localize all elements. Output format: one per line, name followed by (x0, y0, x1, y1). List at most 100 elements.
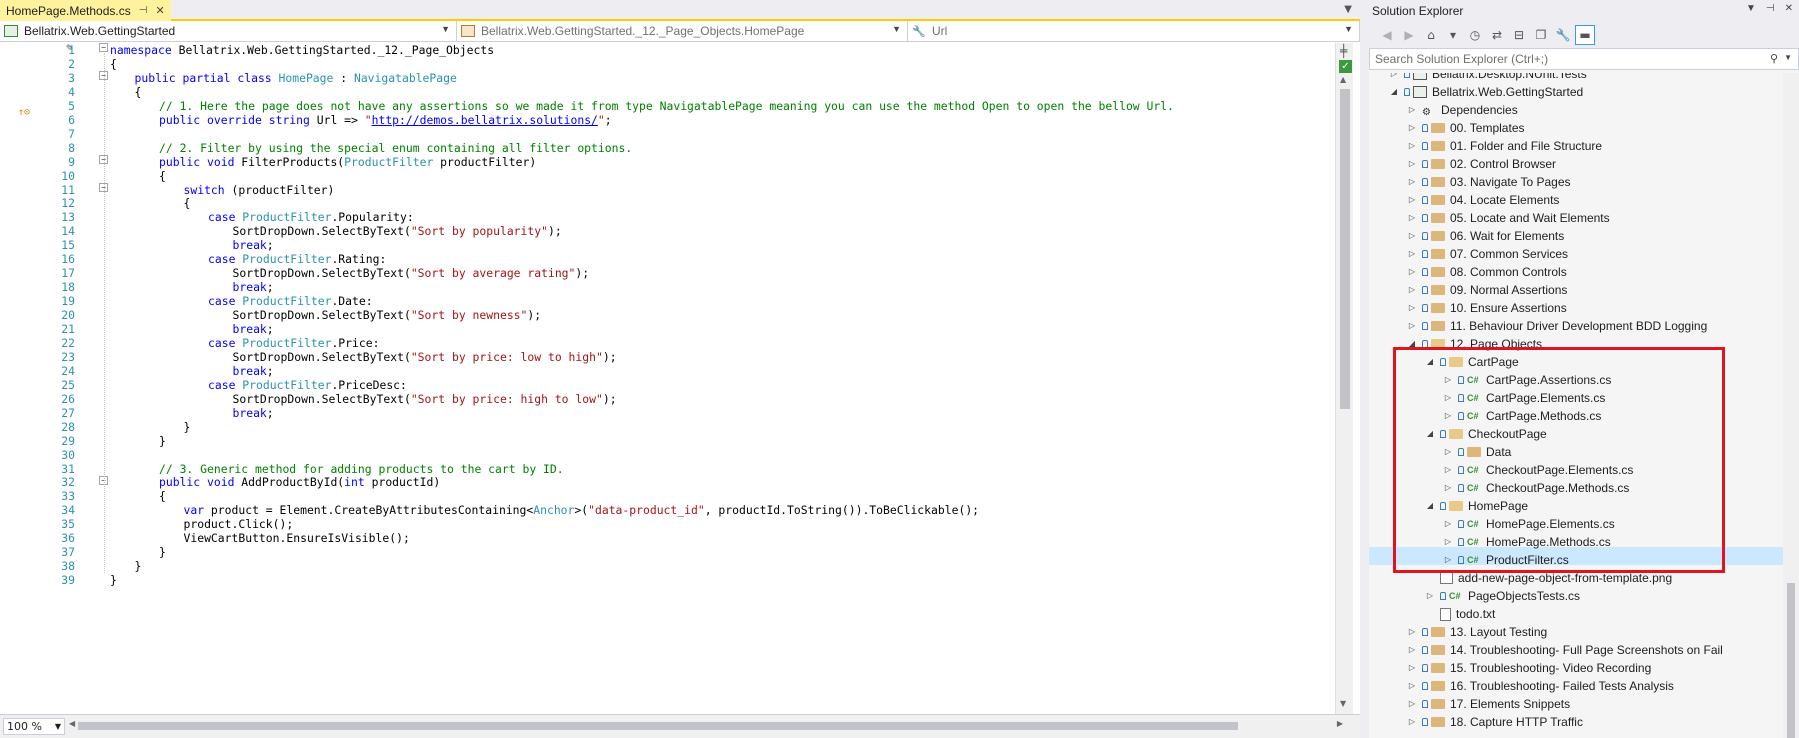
pin-icon[interactable]: ⊣ (139, 5, 148, 16)
expand-arrow-icon[interactable]: ▷ (1407, 623, 1417, 641)
code-line[interactable]: } (135, 558, 142, 574)
back-icon[interactable]: ◀ (1377, 25, 1397, 45)
tree-item[interactable]: ▷ 04. Locate Elements (1407, 191, 1559, 209)
code-line[interactable]: public void AddProductById(int productId… (159, 474, 440, 490)
expand-arrow-icon[interactable]: ▷ (1407, 209, 1417, 227)
chevron-down-icon[interactable]: ▼ (1784, 53, 1792, 62)
expand-arrow-icon[interactable]: ▷ (1407, 695, 1417, 713)
tree-item[interactable]: ▷ 14. Troubleshooting- Full Page Screensh… (1407, 641, 1723, 659)
type-dropdown[interactable]: Bellatrix.Web.GettingStarted._12._Page_O… (457, 21, 908, 41)
expand-arrow-icon[interactable]: ▷ (1407, 281, 1417, 299)
tree-item[interactable]: todo.txt (1425, 605, 1495, 623)
tree-item[interactable]: ▷ 05. Locate and Wait Elements (1407, 209, 1610, 227)
code-line[interactable]: SortDropDown.SelectByText("Sort by price… (233, 391, 617, 407)
code-line[interactable]: public override string Url => "http://de… (159, 112, 612, 128)
collapse-all-icon[interactable]: ⊟ (1509, 25, 1529, 45)
tree-item[interactable]: ▷ 01. Folder and File Structure (1407, 137, 1602, 155)
expand-arrow-icon[interactable]: ▷ (1407, 227, 1417, 245)
solution-explorer-scrollbar[interactable] (1783, 73, 1799, 738)
tree-item[interactable]: ▷ 06. Wait for Elements (1407, 227, 1564, 245)
home-icon[interactable]: ⌂ (1421, 25, 1441, 45)
forward-icon[interactable]: ▶ (1399, 25, 1419, 45)
tree-item[interactable]: ▷ 03. Navigate To Pages (1407, 173, 1571, 191)
expand-arrow-icon[interactable]: ▷ (1407, 677, 1417, 695)
expand-arrow-icon[interactable]: ▷ (1407, 173, 1417, 191)
project-dropdown[interactable]: Bellatrix.Web.GettingStarted ▼ (0, 21, 457, 41)
tree-item[interactable]: ▷ 00. Templates (1407, 119, 1525, 137)
expand-arrow-icon[interactable]: ▷ (1407, 299, 1417, 317)
expand-arrow-icon[interactable]: ▷ (1407, 659, 1417, 677)
expand-arrow-icon[interactable]: ▷ (1425, 587, 1435, 605)
code-line[interactable]: SortDropDown.SelectByText("Sort by newne… (233, 307, 542, 323)
zoom-dropdown[interactable]: 100 % ▼ (3, 718, 65, 735)
code-line[interactable]: } (159, 433, 166, 449)
tree-item[interactable]: ▷ 09. Normal Assertions (1407, 281, 1567, 299)
code-line[interactable]: { (184, 195, 191, 211)
panel-splitter[interactable] (1360, 0, 1369, 738)
split-editor-icon[interactable]: ╪ (1340, 44, 1347, 58)
tree-item[interactable]: ▷ 13. Layout Testing (1407, 623, 1547, 641)
code-line[interactable]: } (110, 572, 117, 588)
scroll-right-icon[interactable]: ▶ (1337, 719, 1343, 728)
pin-icon[interactable]: ⊣ (1766, 3, 1775, 14)
sync-icon[interactable]: ⇄ (1487, 25, 1507, 45)
editor-vertical-scrollbar[interactable]: ▲ ▼ (1335, 43, 1353, 714)
window-position-icon[interactable]: ▼ (1746, 3, 1756, 14)
scroll-thumb[interactable] (1787, 583, 1795, 738)
code-line[interactable]: { (135, 84, 142, 100)
scroll-thumb[interactable] (78, 722, 1238, 730)
tree-item[interactable]: ▷ 02. Control Browser (1407, 155, 1556, 173)
scroll-thumb[interactable] (1340, 89, 1350, 409)
scroll-left-icon[interactable]: ◀ (69, 719, 75, 728)
tree-item[interactable]: ▷ 15. Troubleshooting- Video Recording (1407, 659, 1651, 677)
editor-horizontal-scrollbar[interactable]: ◀ ▶ (69, 719, 1343, 731)
code-line[interactable]: public partial class HomePage : Navigata… (135, 70, 457, 86)
tree-item[interactable]: ▷ 16. Troubleshooting- Failed Tests Analy… (1407, 677, 1674, 695)
scroll-down-icon[interactable]: ▼ (1340, 699, 1346, 708)
code-line[interactable]: namespace Bellatrix.Web.GettingStarted._… (110, 42, 494, 58)
scroll-up-icon[interactable]: ▲ (1340, 75, 1346, 84)
code-editor[interactable]: HomePage.Methods.cs ⊣ ✕ ▼ Bellatrix.Web.… (0, 0, 1360, 738)
member-dropdown[interactable]: 🔧 Url ▼ (908, 21, 1360, 41)
search-icon[interactable]: ⚲ (1770, 52, 1778, 65)
code-line[interactable]: ViewCartButton.EnsureIsVisible(); (184, 530, 410, 546)
expand-arrow-icon[interactable]: ▷ (1407, 263, 1417, 281)
override-marker-icon[interactable]: ↑⊙ (18, 107, 30, 118)
expand-arrow-icon[interactable]: ▷ (1407, 137, 1417, 155)
code-line[interactable]: { (159, 168, 166, 184)
close-icon[interactable]: ✕ (155, 4, 164, 17)
tree-item[interactable]: ▷ 08. Common Controls (1407, 263, 1567, 281)
preview-selected-icon[interactable]: ▬ (1575, 25, 1595, 45)
tree-item[interactable]: ▷ ⚙ Dependencies (1407, 101, 1518, 119)
tab-overflow-icon[interactable]: ▼ (1344, 4, 1352, 15)
tree-item[interactable]: ▷ Bellatrix.Desktop.NUnit.Tests (1389, 73, 1587, 83)
tab-homepage-methods[interactable]: HomePage.Methods.cs ⊣ ✕ (0, 0, 171, 21)
collapse-arrow-icon[interactable]: ◢ (1389, 83, 1399, 101)
tree-item[interactable]: ▷ C# PageObjectsTests.cs (1425, 587, 1580, 605)
code-line[interactable]: { (159, 488, 166, 504)
url-link[interactable]: http://demos.bellatrix.solutions/ (372, 113, 598, 127)
expand-arrow-icon[interactable]: ▷ (1407, 317, 1417, 335)
close-icon[interactable]: ✕ (1785, 3, 1793, 14)
code-line[interactable]: } (159, 544, 166, 560)
code-line[interactable]: var product = Element.CreateByAttributes… (184, 502, 980, 518)
properties-icon[interactable]: 🔧 (1553, 25, 1573, 45)
expand-arrow-icon[interactable]: ▷ (1407, 641, 1417, 659)
switch-views-icon[interactable]: ▾ (1443, 25, 1463, 45)
expand-arrow-icon[interactable]: ▷ (1407, 119, 1417, 137)
code-line[interactable]: SortDropDown.SelectByText("Sort by price… (233, 349, 617, 365)
code-line[interactable]: switch (productFilter) (184, 182, 335, 198)
expand-arrow-icon[interactable]: ▷ (1407, 155, 1417, 173)
tree-item[interactable]: ▷ 10. Ensure Assertions (1407, 299, 1567, 317)
tree-item[interactable]: ▷ 07. Common Services (1407, 245, 1568, 263)
tree-item[interactable]: ▷ 18. Capture HTTP Traffic (1407, 713, 1583, 731)
pending-changes-icon[interactable]: ◷ (1465, 25, 1485, 45)
fold-toggle[interactable]: − (99, 43, 108, 52)
solution-explorer-search[interactable]: Search Solution Explorer (Ctrl+;) ⚲ ▼ (1369, 48, 1799, 70)
tree-item[interactable]: ◢ Bellatrix.Web.GettingStarted (1389, 83, 1583, 101)
code-line[interactable]: { (110, 56, 117, 72)
code-line[interactable]: } (184, 419, 191, 435)
code-line[interactable]: SortDropDown.SelectByText("Sort by avera… (233, 265, 590, 281)
code-line[interactable]: SortDropDown.SelectByText("Sort by popul… (233, 223, 562, 239)
expand-arrow-icon[interactable]: ▷ (1407, 713, 1417, 731)
